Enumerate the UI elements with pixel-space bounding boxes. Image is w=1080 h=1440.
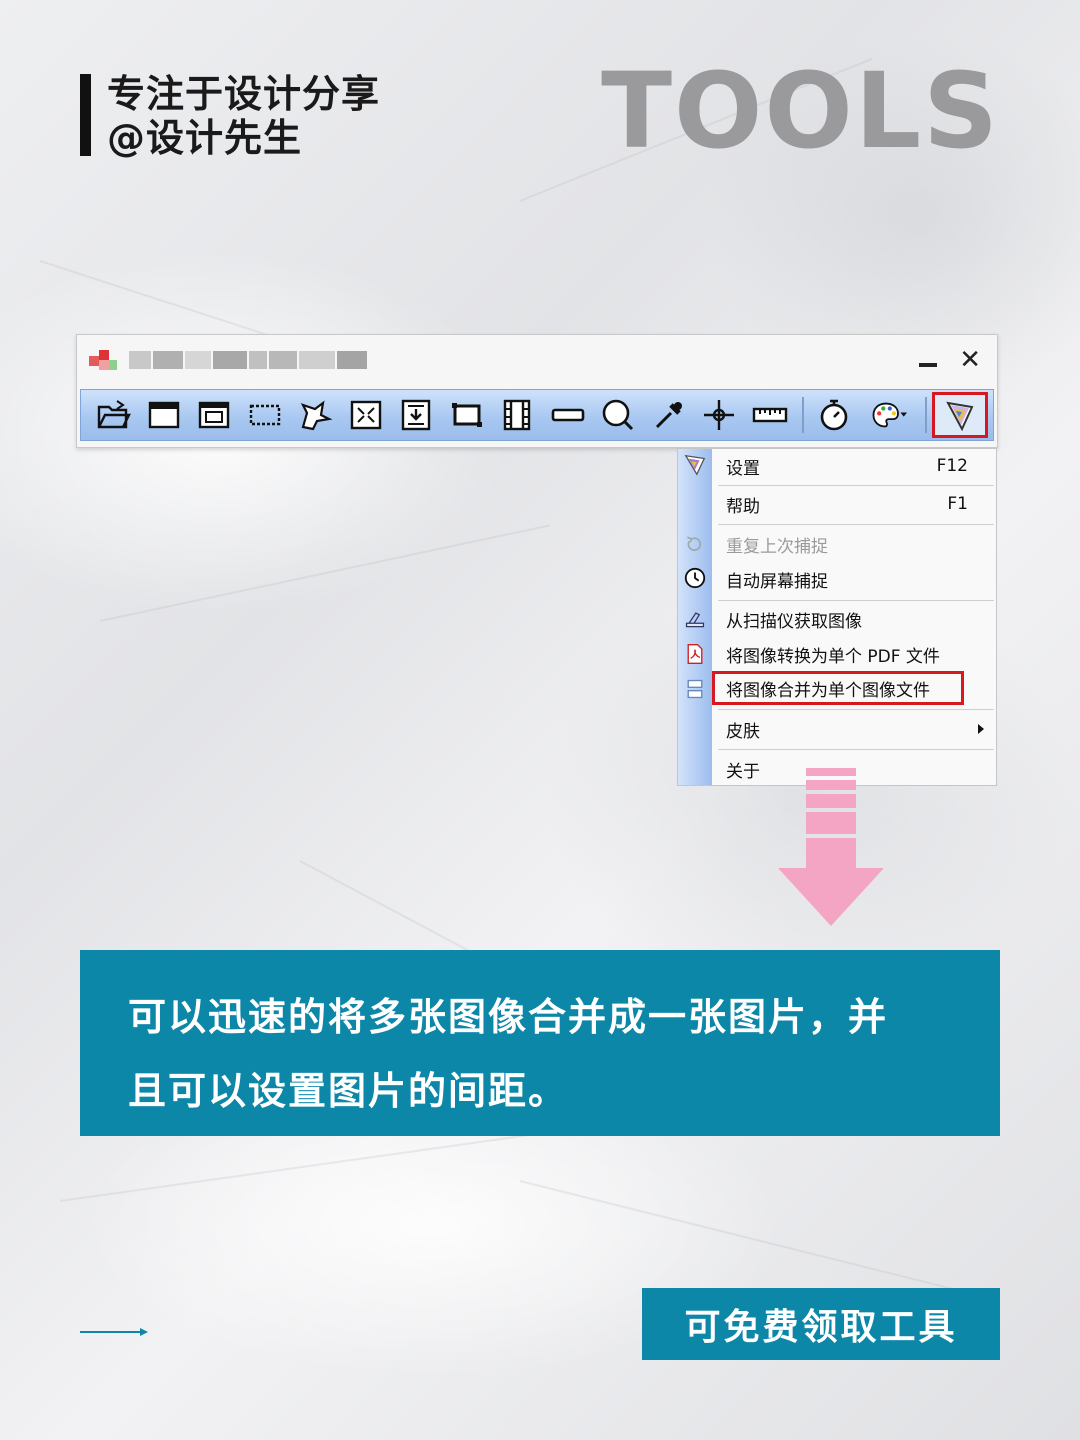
menu-item-label: 重复上次捕捉: [726, 536, 828, 557]
menu-separator: [718, 600, 994, 601]
description-line-1: 可以迅速的将多张图像合并成一张图片，并: [128, 995, 889, 1039]
fixed-region-icon[interactable]: [443, 393, 491, 437]
crosshair-icon[interactable]: [695, 393, 743, 437]
paper-crease: [519, 1180, 967, 1294]
scanner-icon: [682, 606, 708, 632]
app-menu-icon[interactable]: [932, 392, 988, 438]
menu-item-convert-pdf[interactable]: 将图像转换为单个 PDF 文件: [712, 637, 996, 671]
menu-item-label: 将图像合并为单个图像文件: [726, 680, 930, 701]
app-logo-icon: [85, 346, 119, 374]
brand-handle: @设计先生: [107, 116, 303, 160]
submenu-arrow-icon: [978, 724, 984, 734]
menu-item-shortcut: F1: [947, 494, 968, 514]
capture-region-icon[interactable]: [241, 393, 289, 437]
fullscreen-capture-icon[interactable]: [342, 393, 390, 437]
screen-ruler-icon[interactable]: [746, 393, 794, 437]
timer-icon[interactable]: [810, 393, 858, 437]
menu-item-label: 设置: [726, 458, 760, 479]
freehand-capture-icon[interactable]: [291, 393, 339, 437]
menu-item-label: 帮助: [726, 496, 760, 517]
scrolling-window-icon[interactable]: [392, 393, 440, 437]
description-card: 可以迅速的将多张图像合并成一张图片，并 且可以设置图片的间距。: [80, 950, 1000, 1136]
open-folder-icon[interactable]: [89, 393, 137, 437]
menu-item-scanner[interactable]: 从扫描仪获取图像: [712, 602, 996, 636]
menu-separator: [718, 709, 994, 710]
tools-title: TOOLS: [601, 50, 1000, 172]
close-button[interactable]: ✕: [959, 345, 981, 375]
menu-item-auto-capture[interactable]: 自动屏幕捕捉: [712, 562, 996, 596]
dropdown-menu: 设置 F12 帮助 F1 重复上次捕捉 自动屏幕捕捉 从扫描仪获取图像 将图像转…: [677, 448, 997, 786]
menu-item-repeat-capture: 重复上次捕捉: [712, 527, 996, 561]
capture-object-icon[interactable]: [190, 393, 238, 437]
brand-header: 专注于设计分享 @设计先生: [80, 72, 380, 160]
pink-down-arrow-icon: [778, 768, 884, 926]
pdf-icon: [682, 641, 708, 667]
paper-crease: [99, 524, 551, 622]
menu-item-shortcut: F12: [936, 456, 968, 476]
app-logo-icon: [682, 452, 708, 478]
brand-slogan: 专注于设计分享: [107, 72, 381, 116]
repeat-icon: [682, 531, 708, 557]
get-tool-button[interactable]: 可免费领取工具: [642, 1288, 1000, 1360]
merge-images-icon: [682, 676, 708, 702]
minimize-button[interactable]: [919, 363, 938, 367]
capture-toolbar: [80, 389, 994, 441]
app-window: ✕: [76, 334, 998, 448]
color-picker-icon[interactable]: [645, 393, 693, 437]
toolbar-separator: [802, 397, 804, 433]
menu-item-skin[interactable]: 皮肤: [712, 712, 996, 746]
menu-separator: [718, 749, 994, 750]
menu-item-label: 从扫描仪获取图像: [726, 611, 862, 632]
menu-item-label: 自动屏幕捕捉: [726, 571, 828, 592]
blurred-window-title: [129, 349, 369, 371]
menu-item-settings[interactable]: 设置 F12: [712, 449, 996, 483]
menu-separator: [718, 485, 994, 486]
magnifier-icon[interactable]: [594, 393, 642, 437]
ruler-bar-icon[interactable]: [544, 393, 592, 437]
capture-window-icon[interactable]: [140, 393, 188, 437]
menu-item-merge-images[interactable]: 将图像合并为单个图像文件: [712, 671, 964, 705]
right-arrow-icon: [80, 1328, 148, 1336]
video-capture-icon[interactable]: [493, 393, 541, 437]
menu-separator: [718, 524, 994, 525]
paper-crease: [59, 1127, 576, 1202]
palette-icon[interactable]: [861, 393, 917, 437]
menu-item-label: 关于: [726, 761, 760, 782]
brand-accent-bar: [80, 74, 91, 156]
toolbar-separator: [925, 397, 927, 433]
clock-icon: [682, 565, 708, 591]
menu-item-label: 将图像转换为单个 PDF 文件: [726, 646, 940, 667]
description-line-2: 且可以设置图片的间距。: [128, 1069, 569, 1113]
menu-item-label: 皮肤: [726, 721, 760, 742]
window-titlebar: ✕: [77, 335, 997, 385]
menu-item-help[interactable]: 帮助 F1: [712, 487, 996, 521]
